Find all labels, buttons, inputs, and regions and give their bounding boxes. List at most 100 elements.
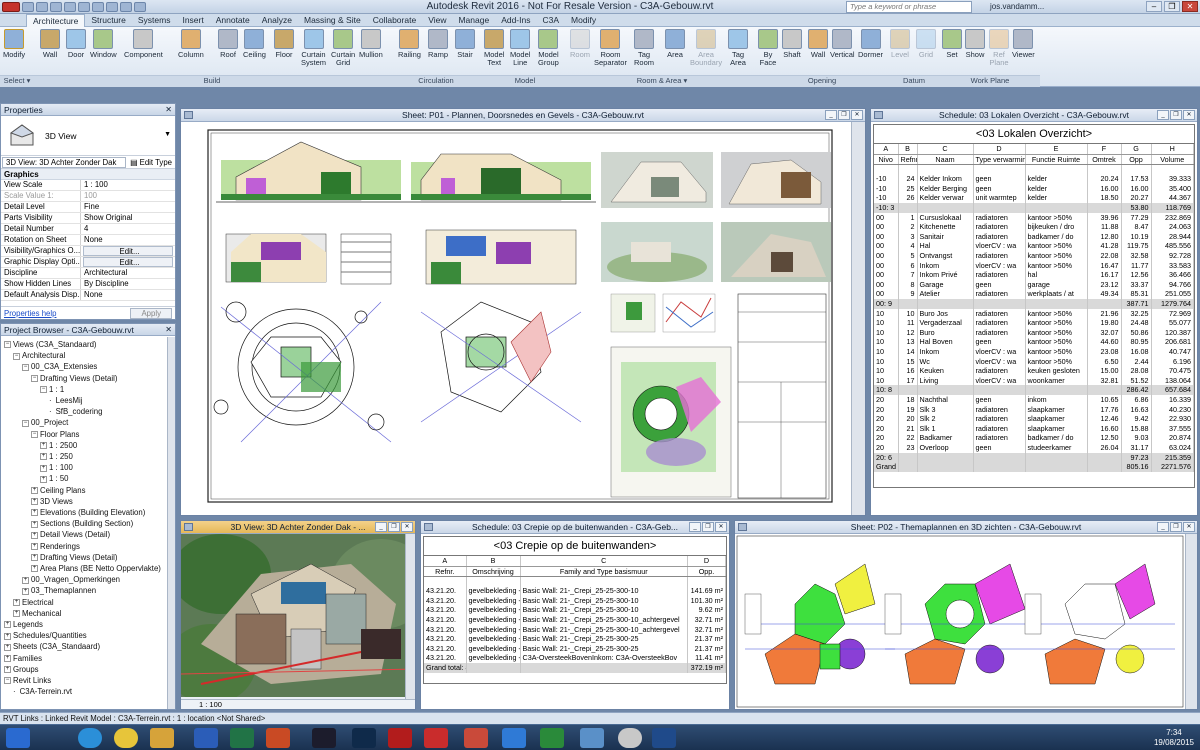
table-cell[interactable]: 10 xyxy=(874,366,899,376)
table-cell[interactable]: 43.21.20. xyxy=(424,615,467,625)
table-cell[interactable]: radiatoren xyxy=(973,212,1026,223)
table-cell[interactable]: 00 xyxy=(874,270,899,280)
table-cell[interactable]: 7 xyxy=(898,270,918,280)
group-select-[interactable]: Select ▾ xyxy=(0,75,34,87)
table-cell[interactable]: 2271.576 xyxy=(1151,462,1194,472)
table-row[interactable]: 10 15 Wc vloerCV : wa kantoor >50% 6.50 2.44 6.… xyxy=(874,356,1194,367)
table-cell[interactable]: 20.24 xyxy=(1087,174,1122,184)
table-cell[interactable]: vloerCV : wa xyxy=(973,375,1026,386)
table-row[interactable]: 20 22 Badkamer radiatoren badkamer / do 12.50… xyxy=(874,433,1194,443)
collapse-icon[interactable]: − xyxy=(4,677,11,685)
table-cell[interactable]: 16.17 xyxy=(1087,270,1122,280)
table-cell[interactable] xyxy=(1121,164,1152,175)
table-cell[interactable]: gevelbekleding - xyxy=(466,624,521,635)
table-cell[interactable]: Basic Wall: 21-_Crepi_25-25-300-25 xyxy=(520,634,688,644)
edit-button[interactable]: Edit... xyxy=(83,246,173,256)
table-cell[interactable]: 9 xyxy=(898,289,918,299)
table-cell[interactable]: 32.58 xyxy=(1121,251,1152,261)
table-cell[interactable]: 23 xyxy=(898,442,918,453)
table-cell[interactable]: Basic Wall: 21-_Crepi_25-25-300-10 xyxy=(520,605,688,616)
table-cell[interactable]: Cursuslokaal xyxy=(917,212,974,223)
table-cell[interactable]: radiatoren xyxy=(973,251,1026,261)
table-cell[interactable]: 33.583 xyxy=(1151,260,1194,271)
table-cell[interactable]: 22 xyxy=(898,433,918,443)
table-cell[interactable] xyxy=(898,164,918,175)
browser-item[interactable]: +3D Views xyxy=(31,496,73,507)
table-cell[interactable]: studeerkamer xyxy=(1025,442,1088,453)
collapse-icon[interactable]: − xyxy=(13,352,20,360)
table-cell[interactable]: vloerCV : wa xyxy=(973,346,1026,357)
column-letter[interactable]: C xyxy=(520,556,688,567)
tool-ref-plane[interactable]: Ref Plane xyxy=(989,29,1009,67)
table-cell[interactable]: Basic Wall: 21-_Crepi_25-25-300-25 xyxy=(520,643,688,654)
table-cell[interactable]: radiatoren xyxy=(973,404,1026,415)
table-cell[interactable]: radiatoren xyxy=(973,231,1026,242)
table-cell[interactable]: Badkamer xyxy=(917,433,974,443)
windows-start-icon[interactable] xyxy=(6,728,30,748)
column-header[interactable]: Volume xyxy=(1151,154,1194,166)
browser-item[interactable]: +00_Vragen_Opmerkingen xyxy=(22,574,120,585)
table-cell[interactable]: radiatoren xyxy=(973,308,1026,319)
table-cell[interactable]: 286.42 xyxy=(1121,385,1152,395)
table-cell[interactable]: Kitchenette xyxy=(917,222,974,232)
table-cell[interactable]: 20 xyxy=(874,414,899,424)
tab-c3a[interactable]: C3A xyxy=(536,14,565,27)
column-letter[interactable]: E xyxy=(1025,144,1088,155)
table-cell[interactable]: 70.475 xyxy=(1151,366,1194,376)
table-cell[interactable]: Slk 3 xyxy=(917,404,974,415)
browser-item[interactable]: +1 : 50 xyxy=(40,473,69,484)
expand-icon[interactable]: + xyxy=(4,643,11,651)
sheet-p01-drawing[interactable] xyxy=(181,122,849,515)
table-cell[interactable]: 10 xyxy=(898,308,918,319)
table-cell[interactable]: Sanitair xyxy=(917,231,974,242)
expand-icon[interactable]: + xyxy=(31,565,38,573)
table-cell[interactable]: 10.19 xyxy=(1121,231,1152,242)
table-cell[interactable] xyxy=(1087,385,1122,395)
browser-scrollbar[interactable] xyxy=(167,337,175,709)
table-cell[interactable]: 2 xyxy=(898,222,918,232)
table-cell[interactable]: 00 xyxy=(874,289,899,299)
browser-item[interactable]: · SfB_codering xyxy=(49,406,102,417)
table-cell[interactable]: 657.684 xyxy=(1151,385,1194,395)
table-cell[interactable]: Buro Jos xyxy=(917,308,974,319)
browser-item[interactable]: − Floor Plans xyxy=(31,429,79,440)
table-cell[interactable]: 37.555 xyxy=(1151,423,1194,434)
browser-item[interactable]: + Drafting Views (Detail) xyxy=(31,552,117,563)
tool-curtain-system[interactable]: Curtain System xyxy=(301,29,326,67)
properties-help-link[interactable]: Properties help xyxy=(4,309,56,318)
column-header[interactable]: Nivo xyxy=(874,154,899,166)
table-cell[interactable]: 20 xyxy=(874,394,899,405)
table-cell[interactable]: 20 xyxy=(898,414,918,424)
table-cell[interactable]: 32.71 m² xyxy=(687,624,726,635)
browser-item[interactable]: + Schedules/Quantities xyxy=(4,630,87,641)
table-cell[interactable]: Kelder Inkom xyxy=(917,174,974,184)
table-cell[interactable]: kelder xyxy=(1025,174,1088,184)
tool-door[interactable]: Door xyxy=(66,29,86,59)
tool-wall[interactable]: Wall xyxy=(40,29,60,59)
table-cell[interactable]: 387.71 xyxy=(1121,299,1152,309)
table-cell[interactable]: 36.466 xyxy=(1151,270,1194,280)
table-cell[interactable] xyxy=(466,576,521,587)
table-cell[interactable]: 80.95 xyxy=(1121,337,1152,347)
table-cell[interactable]: unit warmtep xyxy=(973,193,1026,204)
table-cell[interactable] xyxy=(1025,385,1088,395)
column-header[interactable]: Refnr xyxy=(898,154,918,166)
table-cell[interactable]: 14 xyxy=(898,346,918,357)
expand-icon[interactable]: + xyxy=(22,576,29,584)
open-icon[interactable] xyxy=(22,2,34,12)
group-model[interactable]: Model xyxy=(482,75,568,87)
subtotal-row[interactable]: Grand total: 8 372.19 m² xyxy=(424,663,726,673)
browser-item[interactable]: + Detail Views (Detail) xyxy=(31,529,110,540)
table-cell[interactable]: bijkeuken / dro xyxy=(1025,222,1088,232)
table-cell[interactable]: 17.76 xyxy=(1087,404,1122,415)
table-cell[interactable]: Living xyxy=(917,375,974,386)
table-cell[interactable] xyxy=(1025,462,1088,472)
table-cell[interactable]: kantoor >50% xyxy=(1025,356,1088,367)
table-cell[interactable]: 44.60 xyxy=(1087,337,1122,347)
table-row[interactable]: 43.21.20. gevelbekleding - Basic Wall: 21-… xyxy=(424,624,726,635)
table-cell[interactable]: 43.21.20. xyxy=(424,634,467,644)
table-cell[interactable]: 26 xyxy=(898,193,918,204)
table-cell[interactable]: geen xyxy=(973,183,1026,194)
table-cell[interactable]: vloerCV : wa xyxy=(973,356,1026,367)
property-value[interactable]: 100 xyxy=(81,191,175,201)
